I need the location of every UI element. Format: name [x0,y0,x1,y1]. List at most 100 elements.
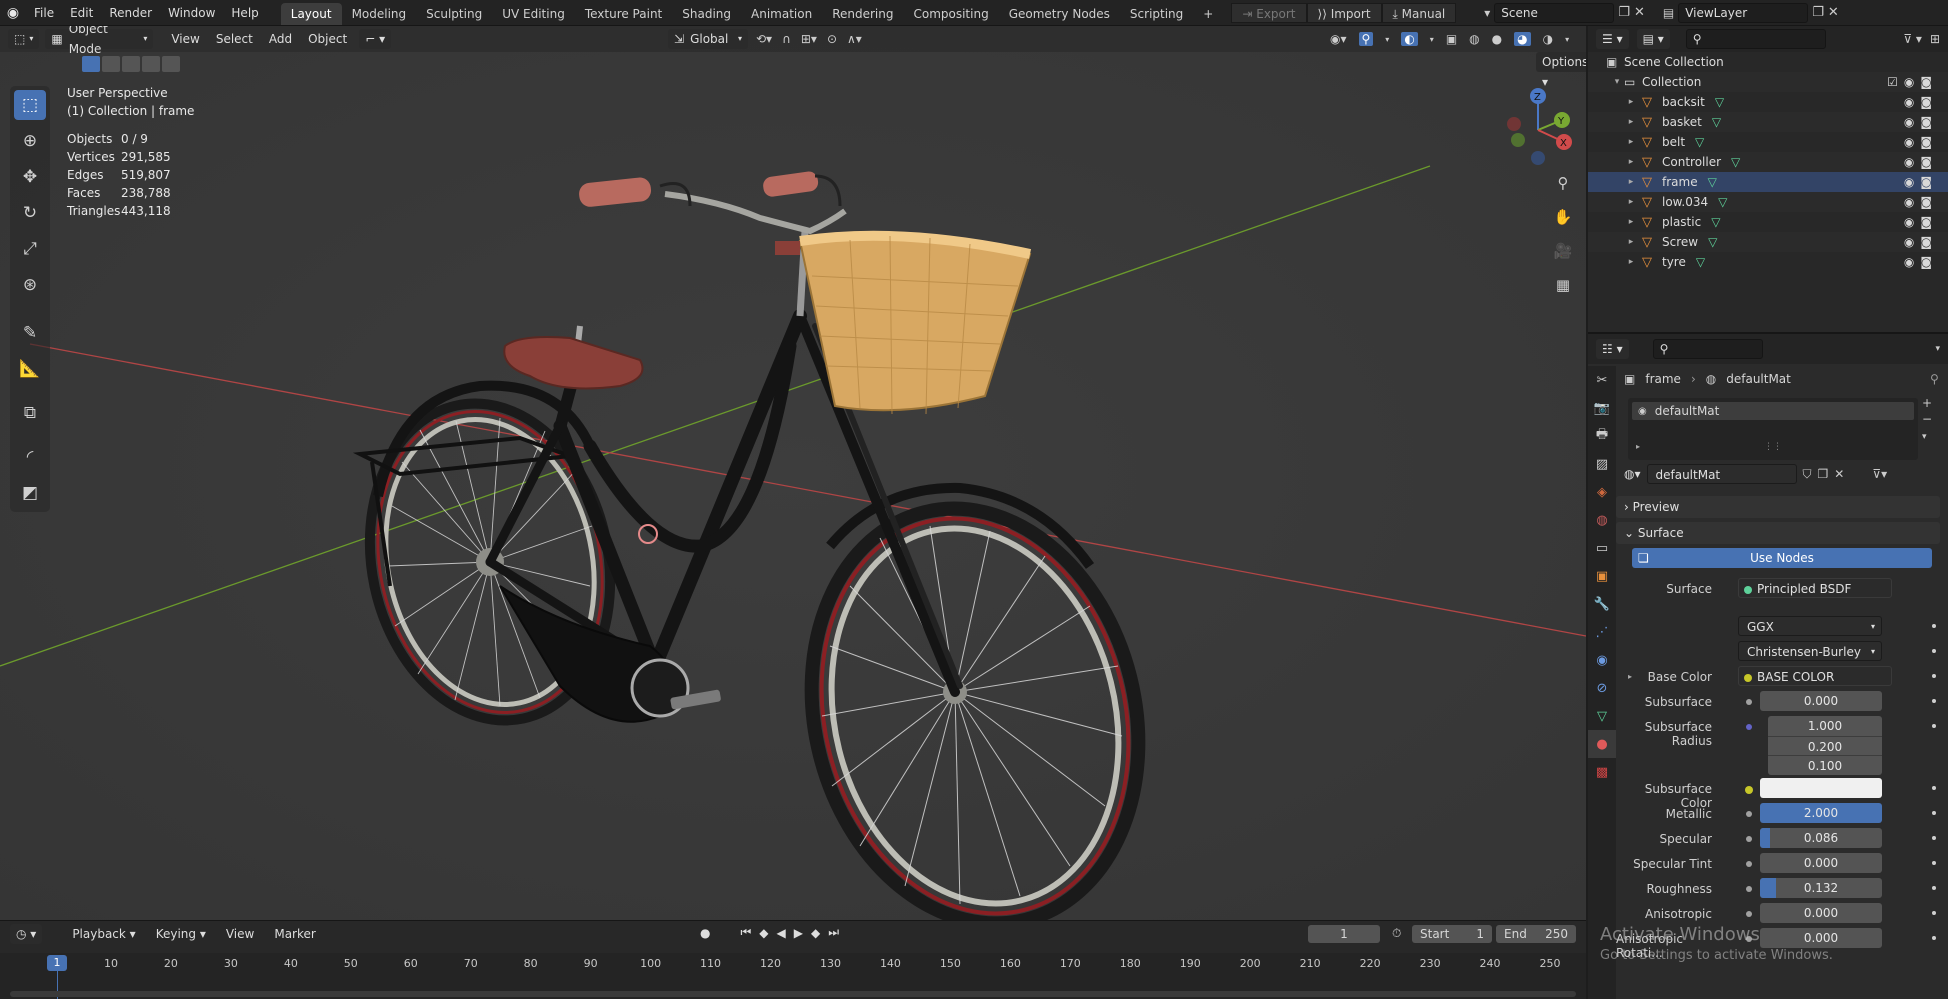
properties-search-input[interactable]: ⚲ [1652,339,1763,359]
expand-icon[interactable]: ▸ [1624,177,1638,187]
remove-slot-icon[interactable]: − [1922,412,1932,426]
overlay-toggle-icon[interactable]: ◐ [1401,32,1418,46]
menu-edit[interactable]: Edit [62,0,101,26]
scene-icon[interactable]: ▾ [1484,6,1490,20]
add-cube-icon[interactable]: ⧉ [14,398,46,428]
tab-geometry-nodes[interactable]: Geometry Nodes [999,3,1120,25]
particles-tab-icon[interactable]: ⋰ [1588,618,1616,646]
prev-keyframe-icon[interactable]: ◆ [759,926,768,940]
material-shading-icon[interactable]: ◕ [1514,32,1531,46]
physics-tab-icon[interactable]: ◉ [1588,646,1616,674]
falloff-icon[interactable]: ∧▾ [847,32,862,46]
stopwatch-icon[interactable]: ⏱ [1392,926,1401,941]
magnet-icon[interactable]: ∩ [782,32,791,46]
duplicate-material-icon[interactable]: ❐ [1818,467,1829,481]
filter-icon[interactable]: ⊽ ▾ [1903,32,1922,46]
viewport-menu-view[interactable]: View [163,26,207,52]
tab-compositing[interactable]: Compositing [903,3,998,25]
outliner-object-row[interactable]: ▸ ▽ Screw ▽ ◉◙ [1588,232,1948,252]
zoom-icon[interactable]: ⚲ [1550,170,1576,196]
outliner-object-row[interactable]: ▸ ▽ belt ▽ ◉◙ [1588,132,1948,152]
tab-sculpting[interactable]: Sculpting [416,3,492,25]
new-collection-icon[interactable]: ⊞ [1930,32,1940,46]
grid-perspective-icon[interactable]: ▦ [1550,272,1576,298]
export-button[interactable]: ⇥ Export [1231,2,1307,23]
select-subtract-icon[interactable] [122,56,140,72]
object-visibility-icons[interactable]: ◉◙ [1904,115,1938,129]
play-icon[interactable]: ▶ [794,926,803,940]
end-frame-field[interactable]: End 250 [1496,925,1576,943]
preview-panel-header[interactable]: › Preview [1616,496,1940,518]
timeline-menu-keying[interactable]: Keying ▾ [148,921,214,947]
subsurface-field[interactable]: 0.000 [1760,691,1882,711]
subsurface-method-dropdown[interactable]: Christensen-Burley ▾ [1738,641,1882,661]
viewlayer-field[interactable]: ViewLayer [1678,2,1809,23]
add-slot-icon[interactable]: + [1922,396,1932,410]
keyframe-dot[interactable] [1932,911,1936,915]
expand-icon[interactable]: ▸ [1624,97,1638,107]
keyframe-dot[interactable] [1932,724,1936,728]
timeline-ruler[interactable]: 1 10 20 30 40 50 60 70 80 90 100 110 120 130 140 150 16… [0,953,1586,999]
mesh-data-icon[interactable]: ▽ [1695,135,1704,149]
keyframe-dot[interactable] [1932,886,1936,890]
import-button[interactable]: ⟩⟩ Import [1306,2,1382,23]
jump-end-icon[interactable]: ⏭ [828,925,839,940]
cursor-icon[interactable]: ⊕ [14,126,46,156]
surface-panel-header[interactable]: ⌄ Surface [1616,522,1940,544]
tab-modeling[interactable]: Modeling [342,3,417,25]
metallic-field[interactable]: 2.000 [1760,803,1882,823]
expand-icon[interactable]: ▸ [1624,157,1638,167]
mesh-data-icon[interactable]: ▽ [1718,195,1727,209]
specular-tint-field[interactable]: 0.000 [1760,853,1882,873]
viewlayer-icon[interactable]: ▤ [1663,6,1674,20]
outliner-object-row[interactable]: ▸ ▽ backsit ▽ ◉◙ [1588,92,1948,112]
material-slot-row[interactable]: ◉ defaultMat [1632,402,1914,420]
tab-scripting[interactable]: Scripting [1120,3,1193,25]
collection-row[interactable]: ▾ ▭ Collection ☑◉◙ [1588,72,1948,92]
play-reverse-icon[interactable]: ◀ [777,926,786,940]
scene-tab-icon[interactable]: ◈ [1588,478,1616,506]
move-icon[interactable]: ✥ [14,162,46,192]
keyframe-dot[interactable] [1932,811,1936,815]
properties-editor-type-button[interactable]: ☷ ▾ [1596,339,1629,359]
object-visibility-icons[interactable]: ◉◙ [1904,95,1938,109]
mode-dropdown[interactable]: ▦ Object Mode ▾ [45,26,154,56]
expand-icon[interactable]: ▸ [1624,257,1638,267]
surface-shader-field[interactable]: Principled BSDF [1738,578,1892,598]
collection-visibility-icons[interactable]: ☑◉◙ [1887,75,1938,89]
playhead-marker[interactable]: 1 [47,955,67,971]
viewport-menu-select[interactable]: Select [208,26,261,52]
object-visibility-icons[interactable]: ◉◙ [1904,195,1938,209]
object-visibility-icons[interactable]: ◉◙ [1904,175,1938,189]
new-viewlayer-icon[interactable]: ❐ [1812,5,1824,20]
select-intersect-icon[interactable] [162,56,180,72]
proportional-icon[interactable]: ⊙ [827,32,837,46]
unlink-material-icon[interactable]: ✕ [1834,467,1844,481]
transform-orientation-dropdown[interactable]: ⇲ Global ▾ [668,29,748,49]
keyframe-dot[interactable] [1932,699,1936,703]
anisotropic-rotation-field[interactable]: 0.000 [1760,928,1882,948]
specular-field[interactable]: 0.086 [1760,828,1882,848]
select-extend-icon[interactable] [102,56,120,72]
select-new-icon[interactable] [82,56,100,72]
resize-grip-icon[interactable]: ⋮⋮ [1764,442,1782,452]
visibility-icon[interactable]: ◉▾ [1330,32,1347,46]
object-visibility-icons[interactable]: ◉◙ [1904,255,1938,269]
extrude-icon[interactable]: ◩ [14,478,46,508]
keyframe-dot[interactable] [1932,624,1936,628]
annotate-icon[interactable]: ✎ [14,318,46,348]
tab-shading[interactable]: Shading [672,3,741,25]
expand-icon[interactable]: ▸ [1624,197,1638,207]
shear-icon[interactable]: ◜ [14,442,46,472]
timeline-menu-marker[interactable]: Marker [266,921,323,947]
outliner-search-input[interactable]: ⚲ [1685,29,1826,49]
roughness-field[interactable]: 0.132 [1760,878,1882,898]
constraints-tab-icon[interactable]: ⊘ [1588,674,1616,702]
tab-uv-editing[interactable]: UV Editing [492,3,575,25]
object-visibility-icons[interactable]: ◉◙ [1904,155,1938,169]
pivot-icon[interactable]: ⟲▾ [756,32,772,46]
select-invert-icon[interactable] [142,56,160,72]
use-nodes-button[interactable]: ❏ Use Nodes [1632,548,1932,568]
options-button[interactable]: Options ▾ [1536,52,1586,89]
mesh-data-icon[interactable]: ▽ [1711,215,1720,229]
